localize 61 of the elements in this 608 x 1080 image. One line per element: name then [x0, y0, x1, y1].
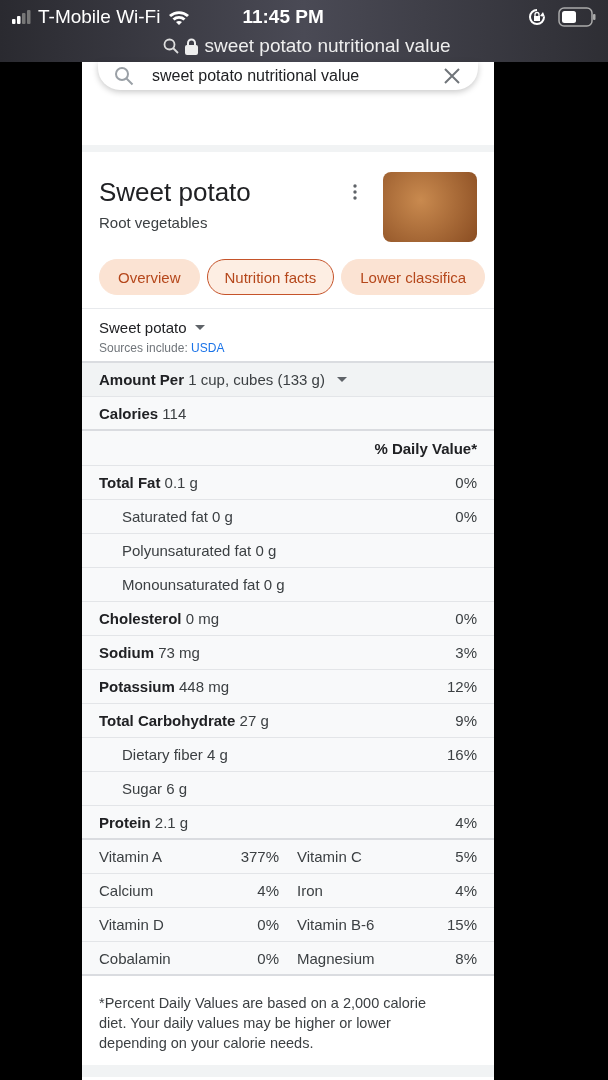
nutrient-name: Polyunsaturated fat 0 g [122, 542, 277, 559]
rotation-lock-icon [528, 8, 546, 26]
entity-category: Root vegetables [99, 214, 209, 231]
daily-value-percent: 377% [240, 848, 279, 865]
search-icon [163, 38, 180, 54]
clock-time: 11:45 PM [242, 6, 324, 28]
vitamin-name: Vitamin C [297, 848, 362, 865]
lock-icon [185, 37, 199, 55]
daily-value-percent: 3% [455, 644, 477, 661]
nutrient-name: Sodium 73 mg [99, 644, 200, 661]
vitamin-name: Vitamin D [99, 916, 164, 933]
close-icon[interactable] [444, 68, 460, 84]
daily-value-percent: 5% [455, 848, 477, 865]
nutrient-name: Protein 2.1 g [99, 813, 189, 831]
nutrient-name: Potassium 448 mg [99, 678, 230, 695]
daily-value-percent: 0% [455, 610, 477, 627]
category-chip[interactable]: Lower classifica [341, 259, 486, 295]
nutrient-name: Total Carbohydrate 27 g [99, 712, 269, 729]
daily-value-percent: 4% [455, 813, 477, 831]
sources-label: Sources include: [99, 341, 188, 355]
footnote: *Percent Daily Values are based on a 2,000 calorie diet. Your daily values may be higher or lower depending on your calorie needs. [98, 994, 427, 1053]
nutrient-name: Saturated fat 0 g [122, 508, 233, 525]
category-chip[interactable]: Overview [99, 259, 200, 295]
dropdown-caret-icon[interactable] [194, 324, 205, 331]
daily-value-percent: 15% [446, 916, 477, 933]
vitamin-name: Iron [297, 882, 323, 899]
entity-title: Sweet potato [99, 176, 252, 209]
calories-text: Calories 114 [99, 404, 187, 422]
daily-value-percent: 4% [455, 882, 477, 899]
signal-icon [12, 10, 32, 24]
daily-value-percent: 8% [455, 949, 477, 967]
url-address[interactable]: sweet potato nutritional value [204, 35, 451, 57]
daily-value-heading: % Daily Value* [374, 439, 477, 457]
daily-value-percent: 4% [257, 882, 279, 899]
daily-value-percent: 12% [446, 678, 477, 695]
dropdown-caret-icon[interactable] [336, 376, 347, 383]
nutrient-name: Dietary fiber 4 g [122, 746, 228, 763]
daily-value-percent: 0% [455, 474, 477, 491]
category-chip[interactable]: Nutrition facts [206, 259, 335, 295]
vitamin-name: Vitamin A [99, 848, 163, 865]
daily-value-percent: 9% [455, 712, 477, 729]
daily-value-percent: 16% [446, 746, 477, 763]
search-field[interactable]: sweet potato nutritional value [98, 62, 478, 90]
nutrient-name: Total Fat 0.1 g [99, 474, 198, 491]
search-icon [114, 66, 134, 86]
vitamin-name: Cobalamin [99, 949, 171, 967]
wifi-icon [168, 9, 191, 25]
carrier-name: T-Mobile Wi-Fi [38, 6, 161, 28]
vitamin-name: Magnesium [297, 949, 375, 967]
vitamin-name: Vitamin B-6 [297, 916, 375, 933]
daily-value-percent: 0% [257, 949, 279, 967]
nutrient-name: Monounsaturated fat 0 g [122, 576, 285, 593]
nutrient-name: Cholesterol 0 mg [99, 610, 220, 627]
vitamin-name: Calcium [99, 882, 154, 899]
nutrient-name: Sugar 6 g [122, 780, 188, 797]
more-options-icon[interactable] [353, 184, 357, 200]
battery-icon [558, 7, 596, 27]
daily-value-percent: 0% [455, 508, 477, 525]
daily-value-percent: 0% [257, 916, 279, 933]
usda-link[interactable]: USDA [191, 341, 225, 355]
food-dropdown[interactable]: Sweet potato [99, 319, 187, 336]
